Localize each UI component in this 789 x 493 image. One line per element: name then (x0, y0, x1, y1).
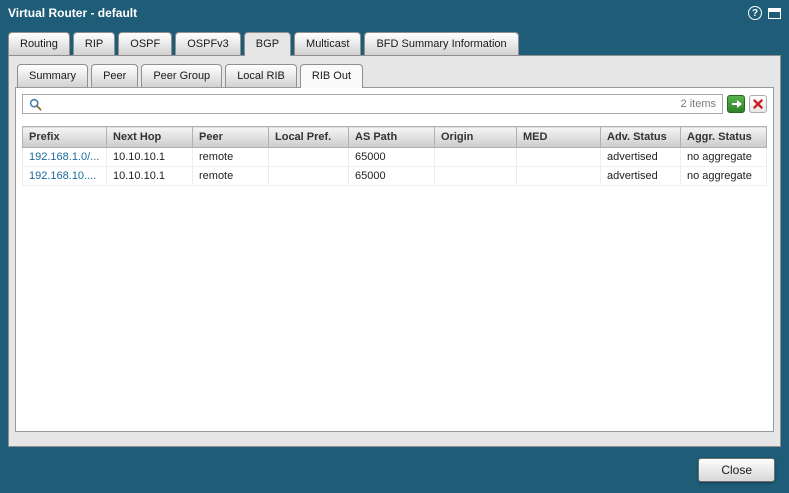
window-icon[interactable] (768, 8, 781, 19)
table-header-row: Prefix Next Hop Peer Local Pref. AS Path… (23, 127, 767, 148)
apply-filter-button[interactable] (727, 95, 745, 113)
tab-rip[interactable]: RIP (73, 32, 115, 55)
tab-multicast[interactable]: Multicast (294, 32, 361, 55)
col-header-peer[interactable]: Peer (193, 127, 269, 148)
col-header-aggr-status[interactable]: Aggr. Status (681, 127, 767, 148)
subtab-summary[interactable]: Summary (17, 64, 88, 87)
cell-adv-status: advertised (601, 167, 681, 186)
cell-next-hop: 10.10.10.1 (107, 148, 193, 167)
col-header-next-hop[interactable]: Next Hop (107, 127, 193, 148)
rib-out-table: Prefix Next Hop Peer Local Pref. AS Path… (22, 126, 767, 186)
tab-routing[interactable]: Routing (8, 32, 70, 55)
cell-adv-status: advertised (601, 148, 681, 167)
tab-bfd-summary[interactable]: BFD Summary Information (364, 32, 518, 55)
cell-local-pref (269, 167, 349, 186)
col-header-origin[interactable]: Origin (435, 127, 517, 148)
tab-ospfv3[interactable]: OSPFv3 (175, 32, 241, 55)
filter-bar: 2 items (22, 94, 767, 114)
col-header-prefix[interactable]: Prefix (23, 127, 107, 148)
cell-local-pref (269, 148, 349, 167)
filter-input[interactable] (47, 96, 673, 112)
main-tabstrip: Routing RIP OSPF OSPFv3 BGP Multicast BF… (0, 26, 789, 55)
items-count: 2 items (681, 98, 716, 110)
close-button[interactable]: Close (698, 458, 775, 482)
cell-peer: remote (193, 148, 269, 167)
search-box: 2 items (22, 94, 723, 114)
sub-tabstrip: Summary Peer Peer Group Local RIB RIB Ou… (15, 64, 774, 87)
cell-prefix: 192.168.1.0/... (23, 148, 107, 167)
col-header-local-pref[interactable]: Local Pref. (269, 127, 349, 148)
footer-bar: Close (0, 447, 789, 493)
cell-next-hop: 10.10.10.1 (107, 167, 193, 186)
cell-as-path: 65000 (349, 167, 435, 186)
subtab-rib-out[interactable]: RIB Out (300, 64, 363, 88)
cell-aggr-status: no aggregate (681, 167, 767, 186)
cell-med (517, 167, 601, 186)
cell-med (517, 148, 601, 167)
help-icon[interactable]: ? (748, 6, 762, 20)
prefix-link[interactable]: 192.168.1.0/... (29, 151, 99, 163)
virtual-router-dialog: Virtual Router - default ? Routing RIP O… (0, 0, 789, 493)
prefix-link[interactable]: 192.168.10.... (29, 170, 96, 182)
col-header-med[interactable]: MED (517, 127, 601, 148)
cell-origin (435, 167, 517, 186)
cell-aggr-status: no aggregate (681, 148, 767, 167)
clear-filter-button[interactable] (749, 95, 767, 113)
bgp-panel: Summary Peer Peer Group Local RIB RIB Ou… (8, 55, 781, 447)
tab-bgp[interactable]: BGP (244, 32, 291, 56)
col-header-adv-status[interactable]: Adv. Status (601, 127, 681, 148)
page-title: Virtual Router - default (8, 6, 748, 20)
col-header-as-path[interactable]: AS Path (349, 127, 435, 148)
table-row: 192.168.1.0/... 10.10.10.1 remote 65000 … (23, 148, 767, 167)
cell-as-path: 65000 (349, 148, 435, 167)
titlebar: Virtual Router - default ? (0, 0, 789, 26)
subtab-local-rib[interactable]: Local RIB (225, 64, 297, 87)
table-row: 192.168.10.... 10.10.10.1 remote 65000 a… (23, 167, 767, 186)
tab-ospf[interactable]: OSPF (118, 32, 172, 55)
search-icon (29, 98, 42, 111)
subtab-peer[interactable]: Peer (91, 64, 138, 87)
titlebar-icons: ? (748, 6, 781, 20)
subtab-peer-group[interactable]: Peer Group (141, 64, 222, 87)
rib-out-content: 2 items (15, 87, 774, 432)
cell-prefix: 192.168.10.... (23, 167, 107, 186)
cell-origin (435, 148, 517, 167)
cell-peer: remote (193, 167, 269, 186)
